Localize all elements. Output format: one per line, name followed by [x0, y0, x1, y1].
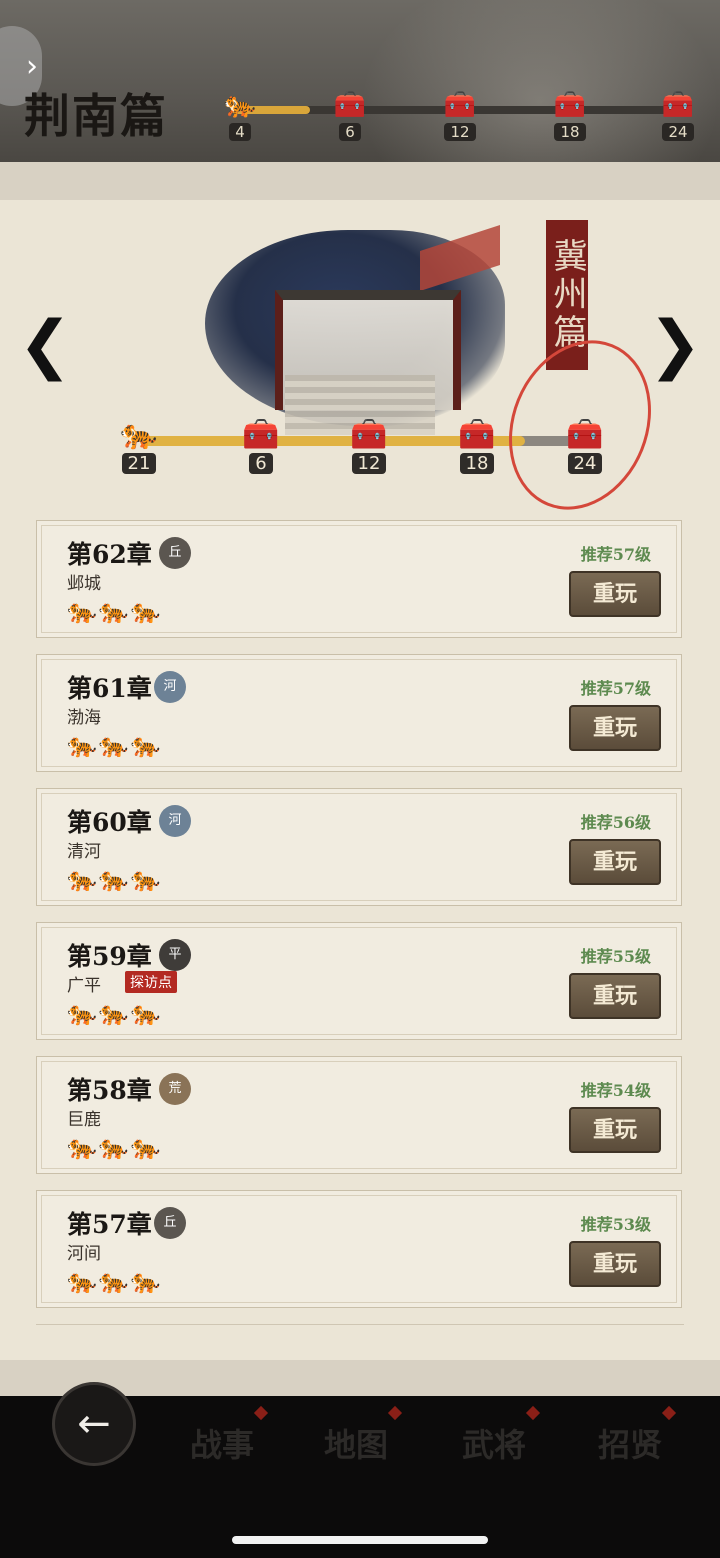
- section-chest-6[interactable]: 🧰 6: [226, 416, 296, 474]
- bottom-nav: ← 战事 地图 武将 招贤: [0, 1382, 720, 1558]
- chapter-card[interactable]: 第58章 荒 巨鹿 🐅🐅🐅 推荐54级 重玩: [36, 1056, 682, 1174]
- section-header: ❮ 冀州篇 ❯ 🐅 21 🧰 6 🧰 12 🧰 18 🧰 24: [0, 200, 720, 532]
- chapter-title: 第61章: [67, 674, 152, 703]
- recommended-level: 推荐55级: [580, 947, 651, 966]
- list-divider: [36, 1324, 684, 1325]
- back-button[interactable]: ←: [52, 1382, 136, 1466]
- chapter-list: 第62章 丘 邺城 🐅🐅🐅 推荐57级 重玩 第61章 河 渤海 🐅🐅🐅 推荐5…: [36, 520, 684, 1324]
- recommended-level: 推荐56级: [580, 813, 651, 832]
- chapter-card[interactable]: 第57章 丘 河间 🐅🐅🐅 推荐53级 重玩: [36, 1190, 682, 1308]
- replay-button[interactable]: 重玩: [569, 571, 661, 617]
- tiger-icon: 🐅: [120, 417, 158, 452]
- terrain-badge: 荒: [159, 1073, 191, 1105]
- recommended-level: 推荐54级: [580, 1081, 651, 1100]
- chapter-title: 第59章: [67, 942, 152, 971]
- chapter-place: 河间: [67, 1244, 101, 1264]
- tiger-rating-icon: 🐅🐅🐅: [67, 1267, 163, 1295]
- tab-battle[interactable]: 战事: [190, 1405, 269, 1466]
- terrain-badge: 丘: [159, 537, 191, 569]
- tiger-rating-icon: 🐅🐅🐅: [67, 597, 163, 625]
- previous-section-button[interactable]: ❮: [16, 308, 74, 382]
- banner-chest-24[interactable]: 🧰 24: [648, 88, 708, 141]
- tiger-rating-icon: 🐅🐅🐅: [67, 865, 163, 893]
- recommended-level: 推荐57级: [580, 545, 651, 564]
- notification-dot: [525, 1405, 541, 1421]
- chevron-right-icon: ›: [26, 48, 38, 84]
- chapter-panel: ❮ 冀州篇 ❯ 🐅 21 🧰 6 🧰 12 🧰 18 🧰 24 第62章 丘 邺…: [0, 200, 720, 1360]
- tab-recruit[interactable]: 招贤: [598, 1405, 677, 1466]
- chapter-title: 第62章: [67, 540, 152, 569]
- tiger-icon: 🐅: [223, 90, 257, 120]
- chapter-card[interactable]: 第60章 河 清河 🐅🐅🐅 推荐56级 重玩: [36, 788, 682, 906]
- banner-title: 荆南篇: [24, 89, 168, 143]
- notification-dot: [253, 1405, 269, 1421]
- tiger-rating-icon: 🐅🐅🐅: [67, 731, 163, 759]
- terrain-badge: 河: [154, 671, 186, 703]
- home-indicator[interactable]: [232, 1536, 488, 1544]
- replay-button[interactable]: 重玩: [569, 1107, 661, 1153]
- back-arrow-icon: ←: [77, 1401, 111, 1447]
- chapter-card[interactable]: 第61章 河 渤海 🐅🐅🐅 推荐57级 重玩: [36, 654, 682, 772]
- banner-chest-12[interactable]: 🧰 12: [430, 88, 490, 141]
- chapter-title: 第58章: [67, 1076, 152, 1105]
- chapter-card[interactable]: 第62章 丘 邺城 🐅🐅🐅 推荐57级 重玩: [36, 520, 682, 638]
- recommended-level: 推荐53级: [580, 1215, 651, 1234]
- section-chest-12[interactable]: 🧰 12: [334, 416, 404, 474]
- chapter-place: 清河: [67, 842, 101, 862]
- section-chest-18[interactable]: 🧰 18: [442, 416, 512, 474]
- chapter-place: 邺城: [67, 574, 101, 594]
- next-section-button[interactable]: ❯: [646, 308, 704, 382]
- chapter-title: 第57章: [67, 1210, 152, 1239]
- treasure-chest-icon: 🧰: [443, 90, 477, 120]
- terrain-badge: 丘: [154, 1207, 186, 1239]
- treasure-chest-icon: 🧰: [242, 417, 280, 452]
- chevron-right-icon: ❯: [648, 308, 702, 382]
- treasure-chest-icon: 🧰: [350, 417, 388, 452]
- tab-generals[interactable]: 武将: [462, 1405, 541, 1466]
- banner-chest-18[interactable]: 🧰 18: [540, 88, 600, 141]
- tiger-rating-icon: 🐅🐅🐅: [67, 1133, 163, 1161]
- chapter-card[interactable]: 第59章 平 广平 探访点 🐅🐅🐅 推荐55级 重玩: [36, 922, 682, 1040]
- chapter-title: 第60章: [67, 808, 152, 837]
- replay-button[interactable]: 重玩: [569, 839, 661, 885]
- section-progress-current: 🐅 21: [104, 416, 174, 474]
- treasure-chest-icon: 🧰: [333, 90, 367, 120]
- chapter-place: 巨鹿: [67, 1110, 101, 1130]
- chapter-place: 渤海: [67, 708, 101, 728]
- banner-chest-6[interactable]: 🧰 6: [320, 88, 380, 141]
- chevron-left-icon: ❮: [18, 308, 72, 382]
- terrain-badge: 河: [159, 805, 191, 837]
- notification-dot: [387, 1405, 403, 1421]
- top-banner: › 荆南篇 🐅 4 🧰 6 🧰 12 🧰 18 🧰 24: [0, 0, 720, 162]
- treasure-chest-icon: 🧰: [458, 417, 496, 452]
- tiger-rating-icon: 🐅🐅🐅: [67, 999, 163, 1027]
- replay-button[interactable]: 重玩: [569, 705, 661, 751]
- replay-button[interactable]: 重玩: [569, 1241, 661, 1287]
- replay-button[interactable]: 重玩: [569, 973, 661, 1019]
- tab-map[interactable]: 地图: [324, 1405, 403, 1466]
- visit-point-badge: 探访点: [125, 971, 177, 993]
- treasure-chest-icon: 🧰: [553, 90, 587, 120]
- banner-progress: 🐅 4 🧰 6 🧰 12 🧰 18 🧰 24: [210, 88, 710, 144]
- terrain-badge: 平: [159, 939, 191, 971]
- banner-progress-current: 🐅 4: [210, 88, 270, 141]
- treasure-chest-icon: 🧰: [661, 90, 695, 120]
- recommended-level: 推荐57级: [580, 679, 651, 698]
- notification-dot: [661, 1405, 677, 1421]
- chapter-place: 广平: [67, 976, 101, 996]
